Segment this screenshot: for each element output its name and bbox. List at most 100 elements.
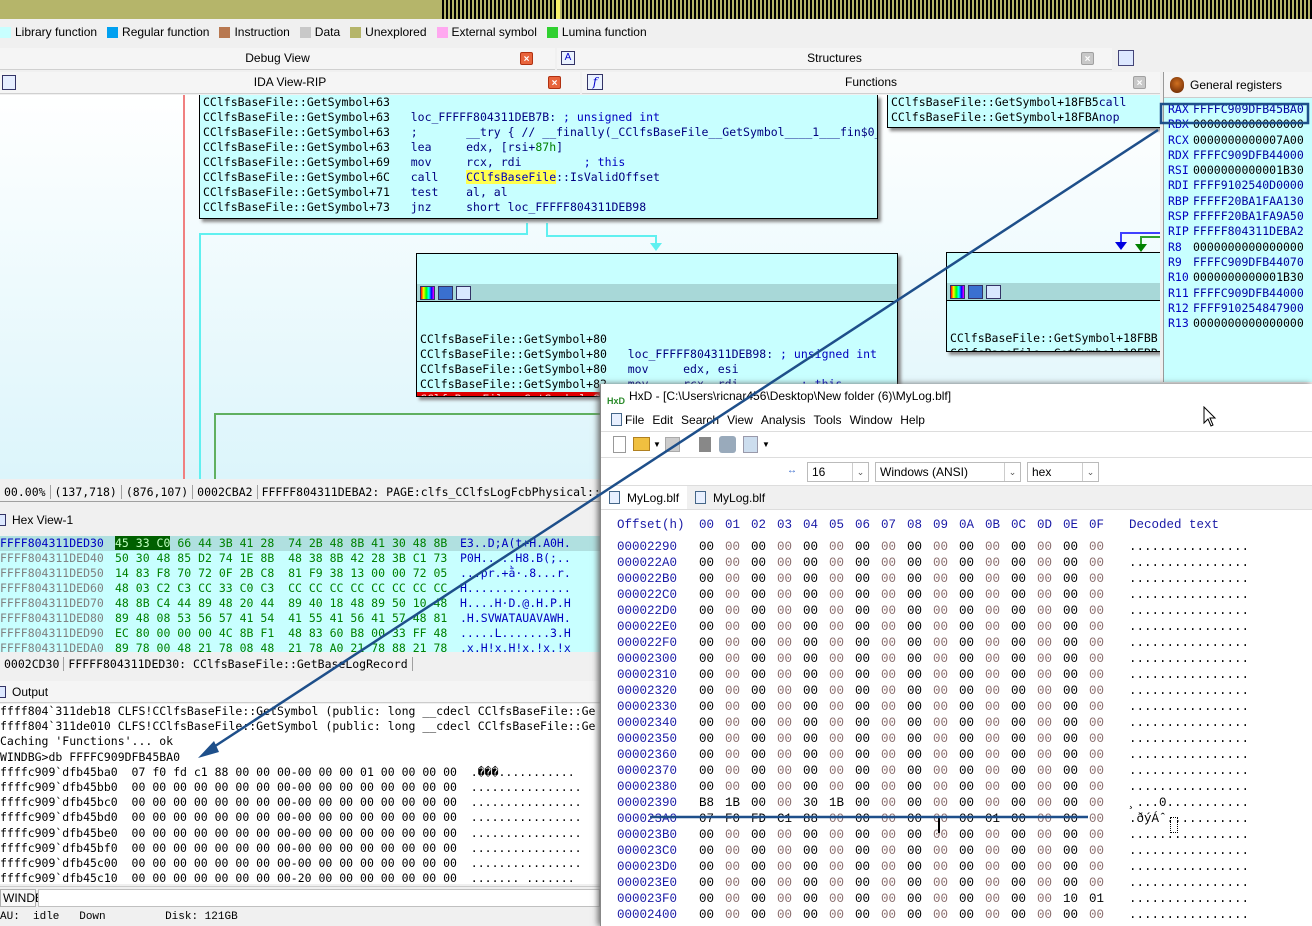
hex-row[interactable]: 000022F0 00 00 00 00 00 00 00 00 00 00 00 00 00 00 00 00… <box>617 635 1312 651</box>
hex-byte[interactable]: 00 <box>959 635 985 651</box>
menu-view[interactable]: View <box>727 408 753 431</box>
hex-byte[interactable]: 00 <box>777 875 803 891</box>
hex-byte[interactable]: 00 <box>1011 811 1037 827</box>
ram-icon[interactable] <box>699 437 711 452</box>
hex-byte[interactable]: 00 <box>933 795 959 811</box>
hex-byte[interactable]: 00 <box>881 635 907 651</box>
hex-byte[interactable]: 00 <box>907 811 933 827</box>
hex-byte[interactable]: 00 <box>881 827 907 843</box>
hex-byte[interactable]: 00 <box>751 715 777 731</box>
hex-byte[interactable]: 00 <box>1011 731 1037 747</box>
hex-byte[interactable]: 00 <box>829 731 855 747</box>
hex-byte[interactable]: 00 <box>907 715 933 731</box>
hex-row[interactable]: 00002400 00 00 00 00 00 00 00 00 00 00 00 00 00 00 00 00… <box>617 907 1312 923</box>
hex-byte[interactable]: 00 <box>725 843 751 859</box>
hex-byte[interactable]: 00 <box>1063 843 1089 859</box>
register-value[interactable]: FFFFC909DFB44000 <box>1193 148 1304 162</box>
general-registers-panel[interactable]: General registers RAX FFFFC909DFB45BA0 RBX… <box>1163 72 1312 382</box>
hex-byte[interactable]: 00 <box>1037 619 1063 635</box>
hex-byte[interactable]: 00 <box>1063 571 1089 587</box>
hex-byte[interactable]: 00 <box>985 859 1011 875</box>
hex-byte[interactable]: 00 <box>699 779 725 795</box>
hex-byte[interactable]: 00 <box>959 891 985 907</box>
hex-byte[interactable]: 00 <box>751 747 777 763</box>
register-value[interactable]: 0000000000001B30 <box>1193 270 1304 284</box>
hex-byte[interactable]: 00 <box>907 651 933 667</box>
hex-byte[interactable]: 00 <box>829 747 855 763</box>
encoding-select[interactable]: Windows (ANSI) ⌄ <box>875 462 1021 482</box>
hex-byte[interactable]: 00 <box>907 731 933 747</box>
register-row[interactable]: R12 FFFF910254847900 <box>1164 301 1312 316</box>
hex-row[interactable]: 000023D0 00 00 00 00 00 00 00 00 00 00 00 00 00 00 00 00… <box>617 859 1312 875</box>
hex-byte[interactable]: 00 <box>1037 539 1063 555</box>
hex-byte[interactable]: 00 <box>933 571 959 587</box>
hex-byte[interactable]: 00 <box>1037 827 1063 843</box>
hex-byte[interactable]: 10 <box>1063 891 1089 907</box>
hex-byte[interactable]: 00 <box>933 635 959 651</box>
hex-byte[interactable]: 00 <box>1063 747 1089 763</box>
hex-byte[interactable]: 00 <box>725 667 751 683</box>
hxd-window[interactable]: HxD HxD - [C:\Users\ricnar456\Desktop\Ne… <box>600 384 1312 926</box>
hex-byte[interactable]: 00 <box>907 667 933 683</box>
register-value[interactable]: 0000000000001B30 <box>1193 163 1304 177</box>
graph-group-icon[interactable] <box>456 286 471 300</box>
hex-byte[interactable]: 00 <box>777 763 803 779</box>
menu-file[interactable]: File <box>625 408 644 431</box>
hex-row[interactable]: 00002390 B8 1B 00 00 30 1B 00 00 00 00 00 00 00 00 00 00… <box>617 795 1312 811</box>
hex-byte[interactable]: 00 <box>933 843 959 859</box>
hex-byte[interactable]: 00 <box>1037 587 1063 603</box>
hex-byte[interactable]: 00 <box>959 827 985 843</box>
hex-byte[interactable]: 00 <box>1011 843 1037 859</box>
hex-byte[interactable]: 00 <box>803 555 829 571</box>
hex-byte[interactable]: 00 <box>881 619 907 635</box>
hex-byte[interactable]: 00 <box>803 891 829 907</box>
hex-byte[interactable]: 00 <box>959 907 985 923</box>
hex-byte[interactable]: 00 <box>881 843 907 859</box>
hex-row[interactable]: 00002290 00 00 00 00 00 00 00 00 00 00 00 00 00 00 00 00… <box>617 539 1312 555</box>
hex-byte[interactable]: 00 <box>777 619 803 635</box>
hex-byte[interactable]: 00 <box>985 907 1011 923</box>
hex-row[interactable]: 000022E0 00 00 00 00 00 00 00 00 00 00 00 00 00 00 00 00… <box>617 619 1312 635</box>
hex-byte[interactable]: 00 <box>933 699 959 715</box>
hex-byte[interactable]: 00 <box>777 843 803 859</box>
hex-row[interactable]: 000022D0 00 00 00 00 00 00 00 00 00 00 00 00 00 00 00 00… <box>617 603 1312 619</box>
hex-byte[interactable]: 00 <box>803 683 829 699</box>
hex-byte[interactable]: 00 <box>933 875 959 891</box>
hex-byte[interactable]: 00 <box>725 859 751 875</box>
hex-byte[interactable]: 00 <box>1011 747 1037 763</box>
register-row[interactable]: R10 0000000000001B30 <box>1164 270 1312 285</box>
close-icon[interactable]: × <box>520 52 533 65</box>
hex-byte[interactable]: 00 <box>751 763 777 779</box>
hex-byte[interactable]: 00 <box>777 827 803 843</box>
hex-byte[interactable]: 00 <box>1089 587 1115 603</box>
hex-byte[interactable]: 00 <box>881 747 907 763</box>
hex-row[interactable]: 00002380 00 00 00 00 00 00 00 00 00 00 00 00 00 00 00 00… <box>617 779 1312 795</box>
hex-byte[interactable]: 00 <box>881 603 907 619</box>
register-row[interactable]: RSI 0000000000001B30 <box>1164 163 1312 178</box>
hex-byte[interactable]: 00 <box>699 587 725 603</box>
hex-byte[interactable]: 00 <box>933 651 959 667</box>
hex-byte[interactable]: 00 <box>725 571 751 587</box>
bytes-per-row-select[interactable]: 16 ⌄ <box>807 462 869 482</box>
hex-byte[interactable]: 00 <box>829 587 855 603</box>
hex-byte[interactable]: 00 <box>777 907 803 923</box>
hex-row[interactable]: FFFF804311DED80 89 48 08 53 56 57 41 54 4… <box>0 611 600 626</box>
hex-byte[interactable]: 00 <box>1089 619 1115 635</box>
hex-byte[interactable]: 00 <box>907 747 933 763</box>
chevron-down-icon[interactable]: ⌄ <box>852 463 868 481</box>
hex-byte[interactable]: 00 <box>907 907 933 923</box>
hex-byte[interactable]: 00 <box>725 827 751 843</box>
hex-byte[interactable]: 00 <box>881 731 907 747</box>
hex-byte[interactable]: 00 <box>751 651 777 667</box>
hex-byte[interactable]: 00 <box>751 683 777 699</box>
hex-byte[interactable]: 00 <box>699 651 725 667</box>
hex-byte[interactable]: 00 <box>907 827 933 843</box>
hex-byte[interactable]: 00 <box>1063 699 1089 715</box>
graph-group-icon[interactable] <box>986 285 1001 299</box>
register-value[interactable]: 0000000000007A00 <box>1193 133 1304 147</box>
register-value[interactable]: FFFF910254847900 <box>1193 301 1304 315</box>
hex-byte[interactable]: 00 <box>855 715 881 731</box>
hex-byte[interactable]: 00 <box>1037 907 1063 923</box>
hex-row[interactable]: 00002360 00 00 00 00 00 00 00 00 00 00 00 00 00 00 00 00… <box>617 747 1312 763</box>
menu-analysis[interactable]: Analysis <box>761 408 806 431</box>
